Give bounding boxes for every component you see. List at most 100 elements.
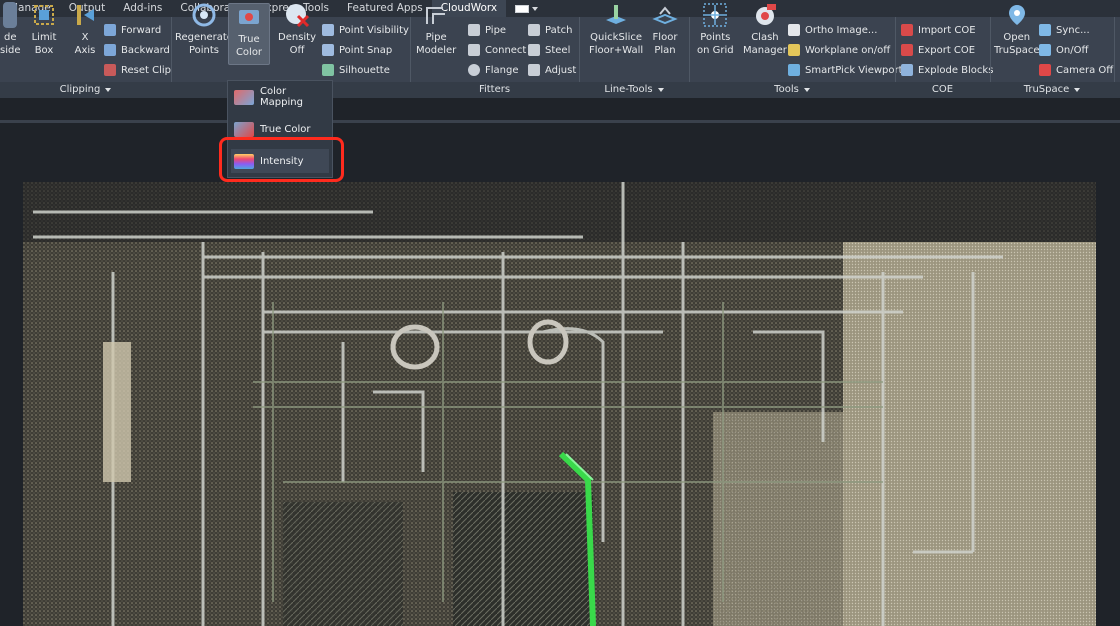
chevron-down-icon [532, 6, 539, 11]
smartpick-viewport-button[interactable]: SmartPick Viewport [788, 63, 903, 77]
chevron-down-icon [105, 88, 112, 92]
ribbon-panel-labels: Clipping Fitters Line-Tools Tools COE Tr… [0, 82, 1120, 98]
open-truspace-icon [1004, 2, 1030, 28]
floor-plan-icon [652, 2, 678, 28]
reset-clip-icon [104, 64, 116, 76]
patch-icon [528, 24, 540, 36]
pipe-modeler-label: Pipe Modeler [416, 32, 457, 56]
drawing-area-top [0, 98, 1120, 120]
regenerate-points-button[interactable]: Regenerate Points [175, 2, 233, 57]
ortho-image-button[interactable]: Ortho Image... [788, 23, 877, 37]
backward-icon [104, 44, 116, 56]
patch-label: Patch [545, 24, 573, 36]
point-visibility-icon [322, 24, 334, 36]
open-truspace-button[interactable]: Open TruSpace [994, 2, 1040, 57]
clip-inside-button[interactable]: de side [0, 2, 21, 57]
explode-blocks-icon [901, 64, 913, 76]
forward-label: Forward [121, 24, 162, 36]
pipe-button[interactable]: Pipe [468, 23, 506, 37]
adjust-label: Adjust [545, 64, 577, 76]
camera-off-icon [1039, 64, 1051, 76]
reset-clip-button[interactable]: Reset Clip [104, 63, 171, 77]
true-color-icon [236, 4, 262, 30]
tab-add-ins[interactable]: Add-ins [114, 0, 171, 17]
import-coe-label: Import COE [918, 24, 976, 36]
quickslice-label: QuickSlice Floor+Wall [589, 32, 644, 56]
adjust-icon [528, 64, 540, 76]
points-on-grid-button[interactable]: Points on Grid [697, 2, 734, 57]
patch-button[interactable]: Patch [528, 23, 572, 37]
x-axis-button[interactable]: X Axis [72, 2, 98, 57]
workplane-button[interactable]: Workplane on/off [788, 43, 890, 57]
ortho-image-icon [788, 24, 800, 36]
smartpick-icon [788, 64, 800, 76]
silhouette-label: Silhouette [339, 64, 390, 76]
true-color-button[interactable]: True Color [228, 3, 270, 65]
x-axis-icon [72, 2, 98, 28]
clip-inside-icon [3, 2, 18, 28]
clip-inside-label: de side [0, 32, 21, 56]
steel-button[interactable]: Steel [528, 43, 570, 57]
chevron-down-icon [803, 88, 810, 92]
flange-button[interactable]: Flange [468, 63, 519, 77]
points-on-grid-label: Points on Grid [697, 32, 734, 56]
panel-truspace[interactable]: TruSpace [990, 82, 1114, 98]
true-color-label: True Color [235, 34, 263, 58]
import-coe-button[interactable]: Import COE [901, 23, 976, 37]
chevron-down-icon [1074, 88, 1081, 92]
panel-coe: COE [931, 84, 954, 95]
panel-line-tools[interactable]: Line-Tools [579, 82, 689, 98]
smartpick-label: SmartPick Viewport [805, 64, 903, 76]
steel-icon [528, 44, 540, 56]
silhouette-icon [322, 64, 334, 76]
backward-label: Backward [121, 44, 170, 56]
limit-box-label: Limit Box [31, 32, 57, 56]
x-axis-label: X Axis [74, 32, 96, 56]
regenerate-icon [191, 2, 217, 28]
limit-box-button[interactable]: Limit Box [31, 2, 57, 57]
file-tab-strip [0, 120, 1120, 123]
point-cloud-image [23, 182, 1096, 626]
regenerate-label: Regenerate Points [175, 32, 233, 56]
pipe-icon [468, 24, 480, 36]
sync-button[interactable]: Sync... [1039, 23, 1090, 37]
workplane-icon [788, 44, 800, 56]
true-color-icon [234, 121, 254, 137]
density-off-button[interactable]: Density Off [278, 2, 316, 57]
forward-button[interactable]: Forward [104, 23, 161, 37]
menu-item-color-mapping[interactable]: Color Mapping [231, 85, 329, 109]
adjust-button[interactable]: Adjust [528, 63, 576, 77]
camera-off-button[interactable]: Camera Off [1039, 63, 1113, 77]
backward-button[interactable]: Backward [104, 43, 170, 57]
chevron-down-icon [657, 88, 664, 92]
truspace-onoff-button[interactable]: On/Off [1039, 43, 1088, 57]
sync-label: Sync... [1056, 24, 1090, 36]
pipe-modeler-icon [423, 2, 449, 28]
clash-manager-button[interactable]: Clash Manager [743, 2, 787, 57]
connect-label: Connect [485, 44, 527, 56]
reset-clip-label: Reset Clip [121, 64, 171, 76]
ribbon-tab-bar: Manage Output Add-ins Collaborate Expres… [0, 0, 1120, 17]
point-snap-button[interactable]: Point Snap [322, 43, 392, 57]
pipe-modeler-button[interactable]: Pipe Modeler [416, 2, 456, 57]
panel-clipping[interactable]: Clipping [0, 82, 171, 98]
panel-tools[interactable]: Tools [689, 82, 895, 98]
point-visibility-button[interactable]: Point Visibility [322, 23, 409, 37]
explode-blocks-button[interactable]: Explode Blocks [901, 63, 993, 77]
limit-box-icon [31, 2, 57, 28]
workspace-switcher[interactable] [506, 0, 547, 17]
onoff-icon [1039, 44, 1051, 56]
points-on-grid-icon [702, 2, 728, 28]
floor-plan-button[interactable]: Floor Plan [652, 2, 678, 57]
point-snap-icon [322, 44, 334, 56]
intensity-highlight-box [219, 137, 344, 182]
workspace-icon [515, 4, 530, 13]
explode-blocks-label: Explode Blocks [918, 64, 994, 76]
export-coe-button[interactable]: Export COE [901, 43, 975, 57]
camera-off-label: Camera Off [1056, 64, 1114, 76]
connect-button[interactable]: Connect [468, 43, 526, 57]
color-mapping-icon [234, 89, 254, 105]
point-cloud-viewport[interactable] [23, 182, 1096, 626]
quickslice-button[interactable]: QuickSlice Floor+Wall [589, 2, 643, 57]
silhouette-button[interactable]: Silhouette [322, 63, 390, 77]
